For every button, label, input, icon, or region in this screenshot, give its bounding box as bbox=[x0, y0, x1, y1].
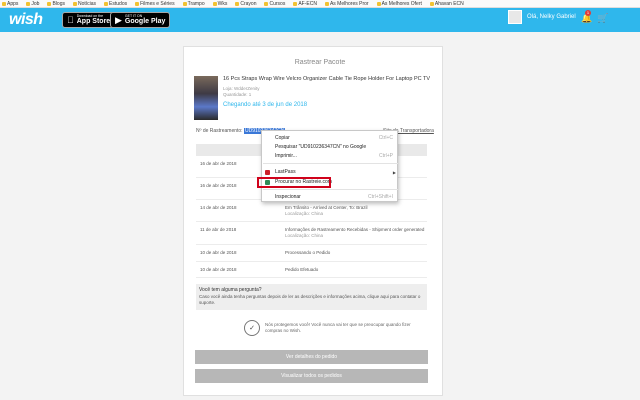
bookmark-item[interactable]: As Melhores Ofert bbox=[376, 1, 422, 7]
folder-icon bbox=[104, 1, 109, 6]
bookmark-item[interactable]: Wks bbox=[212, 1, 227, 7]
bookmark-item[interactable]: Crayon bbox=[235, 1, 256, 7]
highlight-box bbox=[257, 177, 331, 188]
bookmarks-bar: Apps Job Blogs Notícias Estudos Filmes e Séri… bbox=[0, 0, 640, 8]
google-play-button[interactable]: ▶ GET IT ON Google Play bbox=[110, 12, 171, 28]
tracking-row: 14 de abr de 2018 Em Trânsito - Arrived a… bbox=[196, 200, 427, 222]
folder-icon bbox=[212, 1, 217, 6]
apple-icon:  bbox=[67, 15, 74, 25]
folder-icon bbox=[26, 1, 31, 6]
folder-icon bbox=[324, 1, 329, 6]
bookmark-item[interactable]: Blogs bbox=[47, 1, 65, 7]
folder-icon bbox=[2, 1, 6, 6]
tracking-location: Localização: China bbox=[285, 233, 324, 238]
folder-icon bbox=[47, 1, 52, 6]
wish-logo[interactable]: wish bbox=[9, 11, 43, 29]
cart-icon[interactable]: 🛒 bbox=[597, 13, 608, 24]
question-box[interactable]: Você tem alguma pergunta? Caso você aind… bbox=[196, 284, 427, 310]
context-menu: Copiar Ctrl+C Pesquisar "UD910236347CN" … bbox=[261, 130, 398, 202]
folder-icon bbox=[235, 1, 240, 6]
tracking-event: Processando o Pedido bbox=[285, 250, 331, 255]
tracking-row: 10 de abr de 2018 Processando o Pedido bbox=[196, 245, 427, 262]
product-title[interactable]: 16 Pcs Straps Wrap Wire Velcro Organizer… bbox=[223, 76, 438, 83]
menu-item-print[interactable]: Imprimir... Ctrl+P bbox=[262, 152, 399, 161]
site-header: wish  Download on the App Store ▶ GET I… bbox=[0, 8, 640, 32]
app-store-button[interactable]:  Download on the App Store bbox=[62, 12, 116, 28]
folder-icon bbox=[72, 1, 77, 6]
avatar[interactable] bbox=[508, 10, 522, 24]
tracking-date: 10 de abr de 2018 bbox=[200, 250, 237, 255]
tracking-row: 10 de abr de 2018 Pedido Efetuado bbox=[196, 262, 427, 278]
product-quantity: Quantidade: 1 bbox=[223, 92, 252, 97]
shield-icon: ✓ bbox=[244, 320, 260, 336]
folder-icon bbox=[264, 1, 269, 6]
arrival-date: Chegando até 3 de jun de 2018 bbox=[223, 102, 308, 108]
bookmark-item[interactable]: Filmes e Séries bbox=[135, 1, 175, 7]
menu-separator bbox=[263, 163, 398, 164]
menu-separator bbox=[263, 189, 398, 190]
tracking-date: 16 de abr de 2018 bbox=[200, 161, 237, 166]
bookmark-item[interactable]: Estudos bbox=[104, 1, 127, 7]
submenu-arrow-icon: ▶ bbox=[392, 170, 396, 175]
page-title: Rastrear Pacote bbox=[294, 59, 346, 66]
notification-badge: 1 bbox=[585, 10, 591, 16]
tracking-event: Informações de Rastreamento Recebidas - … bbox=[285, 227, 425, 232]
tracking-event: Em Trânsito - Arrived at Center, To: Bra… bbox=[285, 205, 368, 210]
bookmark-item[interactable]: AF-ECN bbox=[293, 1, 317, 7]
folder-icon bbox=[182, 1, 187, 6]
folder-icon bbox=[135, 1, 140, 6]
menu-item-lastpass[interactable]: LastPass ▶ bbox=[262, 168, 399, 177]
product-seller: Loja: WdderZenity bbox=[223, 86, 260, 91]
folder-icon bbox=[376, 1, 381, 6]
tracking-event: Pedido Efetuado bbox=[285, 267, 319, 272]
bookmark-item[interactable]: Ahavan ECN bbox=[429, 1, 464, 7]
tracking-date: 11 de abr de 2018 bbox=[200, 227, 237, 232]
bookmark-item[interactable]: Trampo bbox=[182, 1, 205, 7]
folder-icon bbox=[429, 1, 434, 6]
folder-icon bbox=[293, 1, 298, 6]
tracking-date: 14 de abr de 2018 bbox=[200, 205, 237, 210]
bookmark-item[interactable]: Job bbox=[26, 1, 39, 7]
tracking-date: 10 de abr de 2018 bbox=[200, 267, 237, 272]
user-name[interactable]: Olá, Nelky Gabriel bbox=[527, 14, 576, 20]
play-icon: ▶ bbox=[115, 14, 122, 25]
menu-item-copy[interactable]: Copiar Ctrl+C bbox=[262, 134, 399, 143]
menu-item-inspect[interactable]: Inspecionar Ctrl+Shift+I bbox=[262, 193, 399, 202]
tracking-location: Localização: China bbox=[285, 211, 324, 216]
bookmark-item[interactable]: Notícias bbox=[72, 1, 96, 7]
bookmark-item[interactable]: Cursos bbox=[264, 1, 285, 7]
tracking-date: 16 de abr de 2018 bbox=[200, 183, 237, 188]
bookmark-item[interactable]: Apps bbox=[2, 1, 18, 7]
protection-text: Nós protegemos você! Você nunca vai ter … bbox=[265, 322, 411, 333]
all-orders-button[interactable]: Visualizar todos os pedidos bbox=[195, 369, 428, 383]
menu-item-search-google[interactable]: Pesquisar "UD910236347CN" no Google bbox=[262, 143, 399, 152]
bookmark-item[interactable]: As Melhores Pror bbox=[324, 1, 369, 7]
product-image[interactable] bbox=[194, 76, 218, 120]
order-details-button[interactable]: Ver detalhes do pedido bbox=[195, 350, 428, 364]
lastpass-icon bbox=[265, 170, 270, 175]
tracking-row: 11 de abr de 2018 Informações de Rastream… bbox=[196, 222, 427, 245]
